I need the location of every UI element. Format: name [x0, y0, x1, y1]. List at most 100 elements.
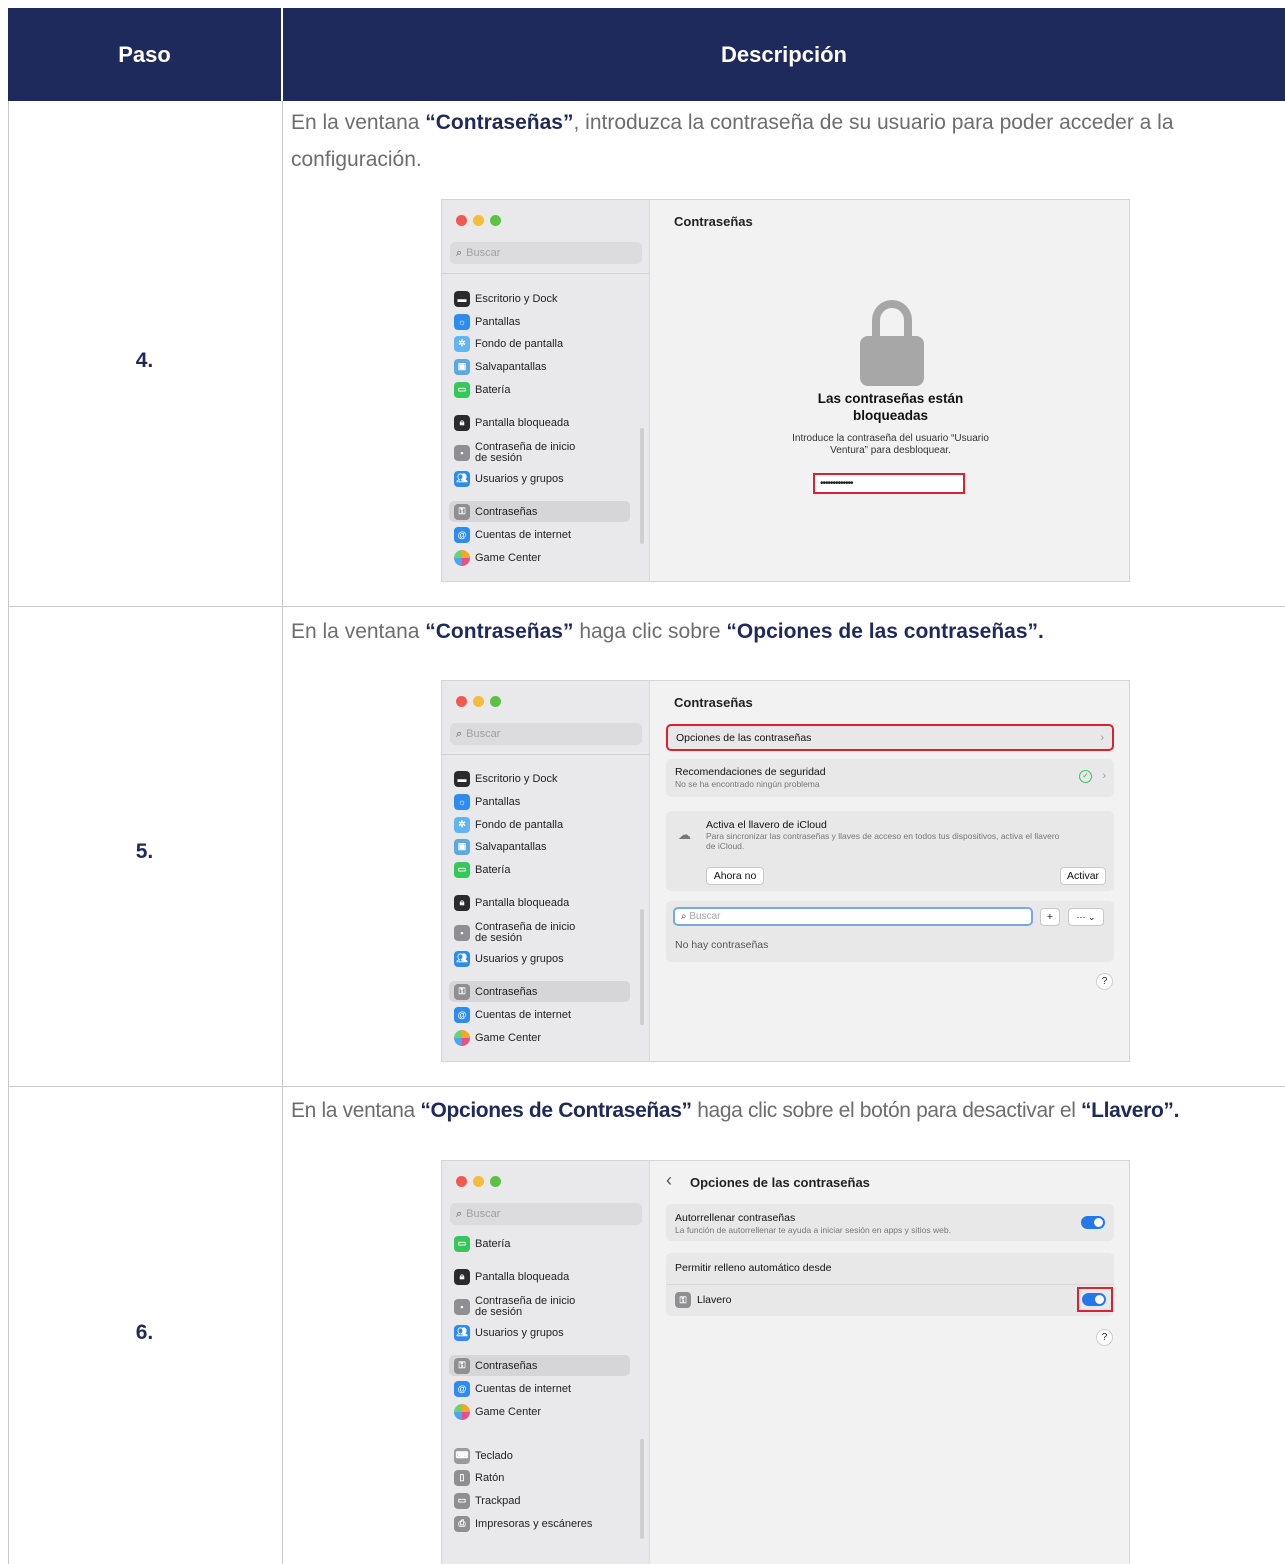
minimize-button[interactable] — [473, 696, 484, 707]
step-instruction: En la ventana “Contraseñas”, introduzca … — [291, 104, 1285, 178]
instruction-text: haga clic sobre — [573, 620, 727, 643]
sidebar-item-cuentas[interactable]: @ Cuentas de internet — [454, 1378, 634, 1399]
settings-window-password-options: ⌕ Buscar ▭ Batería 🔒︎ Pantalla bloqueada ▪ C… — [441, 1160, 1130, 1564]
close-button[interactable] — [456, 215, 467, 226]
zoom-button[interactable] — [490, 696, 501, 707]
search-icon: ⌕ — [456, 1207, 463, 1220]
lock-screen-icon: 🔒︎ — [454, 894, 470, 911]
sidebar-item-salvapantallas[interactable]: ▣ Salvapantallas — [454, 836, 634, 857]
password-options-row[interactable]: Opciones de las contraseñas › — [666, 724, 1114, 751]
close-button[interactable] — [456, 696, 467, 707]
back-chevron-icon[interactable]: ‹ — [666, 1170, 672, 1191]
sidebar-item-contrasenas[interactable]: ⚿ Contraseñas — [449, 981, 630, 1002]
key-icon: ⚿ — [454, 1357, 470, 1374]
sidebar-item-label: Pantalla bloqueada — [475, 1270, 570, 1283]
not-now-button[interactable]: Ahora no — [706, 867, 764, 885]
sidebar-item-raton[interactable]: ▯ Ratón — [454, 1467, 634, 1488]
row-divider — [8, 1086, 1285, 1087]
main-pane: Contraseñas Opciones de las contraseñas … — [650, 681, 1129, 1061]
window-controls — [456, 215, 501, 226]
sidebar-item-fondo[interactable]: ✲ Fondo de pantalla — [454, 814, 634, 835]
sidebar-item-bateria[interactable]: ▭ Batería — [454, 1233, 634, 1254]
sidebar-divider — [442, 273, 649, 274]
close-button[interactable] — [456, 1176, 467, 1187]
sidebar-item-pantallas[interactable]: ☼ Pantallas — [454, 311, 634, 332]
sidebar-item-impresoras[interactable]: ⎙ Impresoras y escáneres — [454, 1513, 634, 1534]
keyboard-icon: ⌨ — [454, 1447, 470, 1464]
sidebar-item-label: Fondo de pantalla — [475, 818, 564, 831]
zoom-button[interactable] — [490, 1176, 501, 1187]
sidebar-divider — [442, 754, 649, 755]
password-field[interactable]: ••••••••••••• — [813, 473, 965, 494]
sidebar: ⌕ Buscar ▬ Escritorio y Dock ☼ Pantallas ✲ F… — [442, 200, 650, 581]
help-button[interactable]: ? — [1096, 973, 1113, 990]
sidebar-item-label: Usuarios y grupos — [475, 952, 564, 965]
settings-window-passwords: ⌕ Buscar ▬ Escritorio y Dock ☼ Pantallas ✲ F… — [441, 680, 1130, 1062]
sidebar-item-bateria[interactable]: ▭ Batería — [454, 859, 634, 880]
sidebar-scrollbar[interactable] — [640, 909, 644, 1025]
sidebar-scrollbar[interactable] — [640, 428, 644, 544]
sidebar-item-pantallas[interactable]: ☼ Pantallas — [454, 791, 634, 812]
instruction-bold: “Opciones de las contraseñas”. — [726, 620, 1044, 643]
sidebar-item-contrasenas[interactable]: ⚿ Contraseñas — [449, 1355, 630, 1376]
zoom-button[interactable] — [490, 215, 501, 226]
sidebar-item-game-center[interactable]: Game Center — [454, 1027, 634, 1048]
sidebar-item-contrasena-inicio[interactable]: ▪ Contraseña de inicio de sesión — [454, 1292, 634, 1322]
sidebar-item-bateria[interactable]: ▭ Batería — [454, 379, 634, 400]
keychain-toggle[interactable] — [1082, 1293, 1106, 1306]
sidebar: ⌕ Buscar ▬ Escritorio y Dock ☼ Pantallas ✲ F… — [442, 681, 650, 1061]
security-recommendations-row[interactable]: Recomendaciones de seguridad No se ha en… — [666, 759, 1114, 797]
sidebar-item-escritorio[interactable]: ▬ Escritorio y Dock — [454, 288, 634, 309]
sidebar-item-usuarios[interactable]: 👥︎ Usuarios y grupos — [454, 1322, 634, 1343]
sidebar-item-usuarios[interactable]: 👥︎ Usuarios y grupos — [454, 948, 634, 969]
sidebar-item-contrasena-inicio[interactable]: ▪ Contraseña de inicio de sesión — [454, 918, 634, 948]
minimize-button[interactable] — [473, 215, 484, 226]
sidebar-item-label: Pantallas — [475, 315, 521, 328]
sidebar-item-salvapantallas[interactable]: ▣ Salvapantallas — [454, 356, 634, 377]
sidebar-item-usuarios[interactable]: 👥︎ Usuarios y grupos — [454, 468, 634, 489]
sidebar-item-bloqueada[interactable]: 🔒︎ Pantalla bloqueada — [454, 1266, 634, 1287]
sidebar-item-contrasenas[interactable]: ⚿ Contraseñas — [449, 501, 630, 522]
sidebar-item-game-center[interactable]: Game Center — [454, 1401, 634, 1422]
sidebar-item-fondo[interactable]: ✲ Fondo de pantalla — [454, 333, 634, 354]
minimize-button[interactable] — [473, 1176, 484, 1187]
sidebar-item-label: Game Center — [475, 551, 542, 564]
screensaver-icon: ▣ — [454, 358, 470, 375]
password-search-input[interactable]: ⌕ Buscar — [673, 907, 1033, 926]
sidebar-item-bloqueada[interactable]: 🔒︎ Pantalla bloqueada — [454, 892, 634, 913]
lock-screen-icon: 🔒︎ — [454, 1268, 470, 1285]
sidebar-item-bloqueada[interactable]: 🔒︎ Pantalla bloqueada — [454, 412, 634, 433]
sidebar-item-label: Fondo de pantalla — [475, 337, 564, 350]
row-divider — [8, 606, 1285, 607]
activate-button[interactable]: Activar — [1060, 867, 1106, 885]
instruction-bold: “Contraseñas” — [425, 111, 574, 134]
help-button[interactable]: ? — [1096, 1329, 1113, 1346]
more-options-button[interactable]: ··· ⌄ — [1068, 908, 1104, 926]
sidebar-item-label: Batería — [475, 1237, 511, 1250]
sidebar-item-cuentas[interactable]: @ Cuentas de internet — [454, 1004, 634, 1025]
settings-window-locked: ⌕ Buscar ▬ Escritorio y Dock ☼ Pantallas ✲ F… — [441, 199, 1130, 582]
sidebar-item-label: Usuarios y grupos — [475, 1326, 564, 1339]
key-icon: ⚿ — [454, 983, 470, 1000]
sidebar-scrollbar[interactable] — [640, 1439, 644, 1539]
sidebar-search-input[interactable]: ⌕ Buscar — [450, 242, 642, 264]
sidebar-item-escritorio[interactable]: ▬ Escritorio y Dock — [454, 768, 634, 789]
sidebar-item-contrasena-inicio[interactable]: ▪ Contraseña de inicio de sesión — [454, 438, 634, 468]
row-sublabel: La función de autorrellenar te ayuda a i… — [675, 1225, 951, 1235]
window-controls — [456, 1176, 501, 1187]
sidebar-search-input[interactable]: ⌕ Buscar — [450, 723, 642, 745]
sidebar-item-game-center[interactable]: Game Center — [454, 547, 634, 568]
sidebar-item-trackpad[interactable]: ▭ Trackpad — [454, 1490, 634, 1511]
autofill-toggle[interactable] — [1081, 1216, 1105, 1229]
sidebar-item-label: Salvapantallas — [475, 840, 547, 853]
sidebar-item-cuentas[interactable]: @ Cuentas de internet — [454, 524, 634, 545]
sidebar-item-label: Contraseña de inicio de sesión — [475, 1295, 576, 1318]
table-column-divider — [282, 101, 283, 1564]
locked-title: Las contraseñas están bloqueadas — [817, 391, 964, 423]
add-password-button[interactable]: + — [1040, 908, 1060, 926]
sidebar-search-input[interactable]: ⌕ Buscar — [450, 1203, 642, 1225]
sidebar-item-teclado[interactable]: ⌨ Teclado — [454, 1445, 634, 1466]
sidebar-item-label: Escritorio y Dock — [475, 772, 558, 785]
game-center-icon — [454, 1403, 470, 1420]
main-pane: ‹ Opciones de las contraseñas Autorrelle… — [650, 1161, 1129, 1564]
